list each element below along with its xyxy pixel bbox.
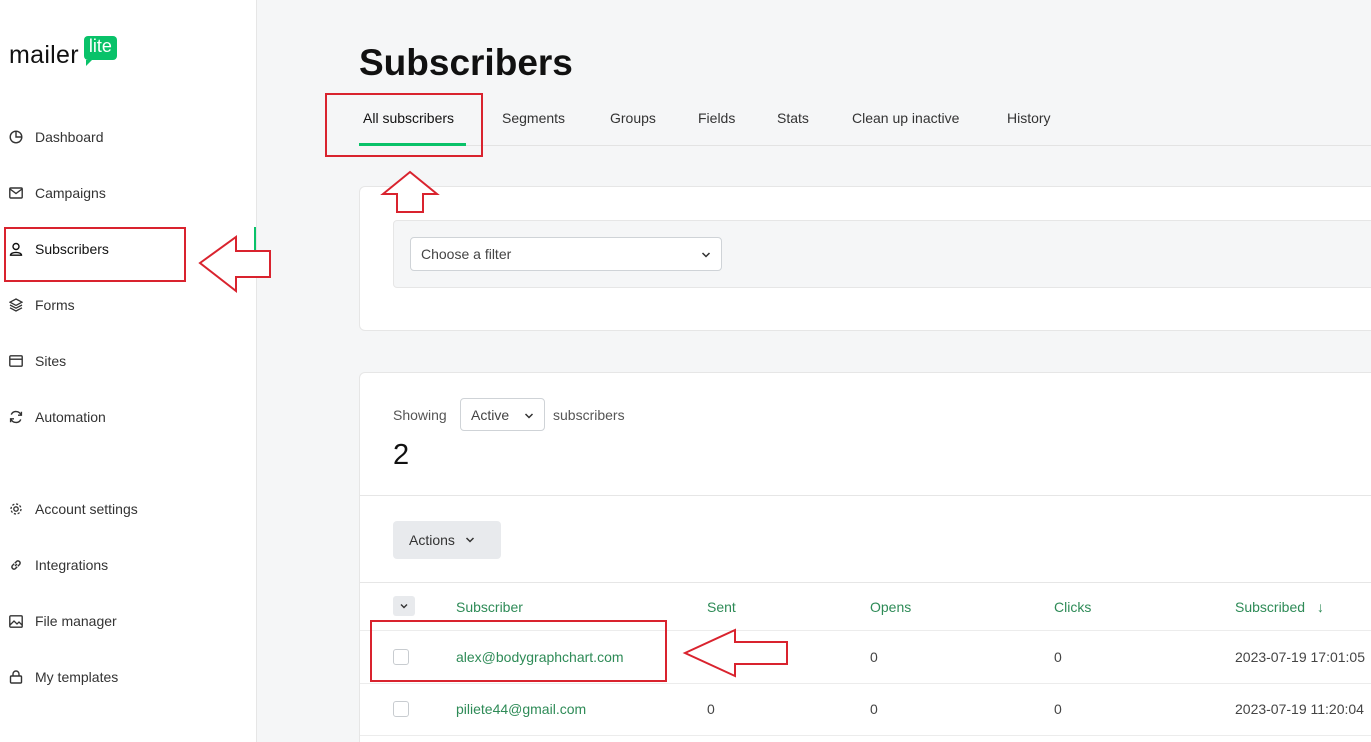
sidebar-item-automation[interactable]: Automation	[9, 405, 106, 429]
column-header-clicks[interactable]: Clicks	[1054, 599, 1091, 615]
sidebar-item-label: Account settings	[35, 501, 138, 517]
mail-icon	[9, 186, 23, 200]
gear-icon	[9, 502, 23, 516]
tab-fields[interactable]: Fields	[698, 110, 735, 126]
actions-button[interactable]: Actions	[393, 521, 501, 559]
sidebar-item-integrations[interactable]: Integrations	[9, 553, 108, 577]
sidebar-item-dashboard[interactable]: Dashboard	[9, 125, 104, 149]
sidebar-item-campaigns[interactable]: Campaigns	[9, 181, 106, 205]
sidebar-item-file-manager[interactable]: File manager	[9, 609, 117, 633]
page-title: Subscribers	[359, 42, 573, 83]
sidebar-item-label: File manager	[35, 613, 117, 629]
mailerlite-logo[interactable]: mailer lite	[9, 36, 117, 68]
sidebar: mailer lite Dashboard Campaigns Subscrib…	[0, 0, 257, 742]
tab-history[interactable]: History	[1007, 110, 1051, 126]
row-checkbox[interactable]	[393, 701, 409, 717]
sidebar-item-label: My templates	[35, 669, 119, 685]
lock-icon	[9, 670, 23, 684]
showing-prefix: Showing	[393, 407, 447, 423]
logo-badge: lite	[83, 36, 117, 66]
clicks-value: 0	[1054, 701, 1062, 717]
filter-panel: Choose a filter	[393, 220, 1371, 288]
logo-word: mailer	[9, 41, 79, 69]
column-header-subscribed-label: Subscribed	[1235, 599, 1306, 615]
sidebar-item-label: Integrations	[35, 557, 109, 573]
status-select[interactable]: Active	[460, 398, 545, 431]
column-header-opens[interactable]: Opens	[870, 599, 911, 615]
opens-value: 0	[870, 649, 878, 665]
dashboard-icon	[9, 130, 23, 144]
subscriber-count: 2	[393, 439, 410, 471]
filter-select[interactable]: Choose a filter	[410, 237, 722, 271]
annotation-arrow-up	[380, 170, 440, 213]
link-icon	[9, 558, 23, 572]
tab-segments[interactable]: Segments	[502, 110, 565, 126]
tab-bar: All subscribers Segments Groups Fields S…	[359, 100, 1371, 146]
row-divider	[360, 683, 1371, 684]
sidebar-item-my-templates[interactable]: My templates	[9, 665, 118, 689]
annotation-arrow-left-row	[682, 628, 788, 678]
arrow-down-icon: ↓	[1316, 599, 1324, 615]
sidebar-item-label: Sites	[35, 353, 67, 369]
filter-card: Choose a filter	[359, 186, 1371, 331]
annotation-box-sidebar	[4, 227, 186, 282]
subscribed-date: 2023-07-19 11:20:04	[1235, 701, 1364, 717]
sidebar-item-label: Automation	[35, 409, 106, 425]
chevron-down-icon	[465, 534, 475, 546]
divider	[360, 582, 1371, 583]
sidebar-item-account-settings[interactable]: Account settings	[9, 497, 138, 521]
sidebar-item-label: Campaigns	[35, 185, 106, 201]
tab-groups[interactable]: Groups	[610, 110, 656, 126]
annotation-arrow-left-sidebar	[198, 235, 271, 294]
tab-clean-up-inactive[interactable]: Clean up inactive	[852, 110, 959, 126]
chevron-down-icon	[701, 248, 711, 264]
clicks-value: 0	[1054, 649, 1062, 665]
sidebar-item-label: Dashboard	[35, 129, 104, 145]
select-all-dropdown[interactable]	[393, 596, 415, 616]
filter-select-placeholder: Choose a filter	[421, 246, 512, 262]
sidebar-item-forms[interactable]: Forms	[9, 293, 75, 317]
browser-icon	[9, 354, 23, 368]
column-header-subscribed[interactable]: Subscribed ↓	[1235, 599, 1324, 615]
subscriber-email[interactable]: piliete44@gmail.com	[456, 701, 586, 717]
chevron-down-icon	[524, 409, 534, 425]
annotation-box-row	[370, 620, 667, 682]
refresh-icon	[9, 410, 23, 424]
image-icon	[9, 614, 23, 628]
sidebar-item-sites[interactable]: Sites	[9, 349, 66, 373]
layers-icon	[9, 298, 23, 312]
actions-label: Actions	[409, 532, 455, 548]
tab-stats[interactable]: Stats	[777, 110, 809, 126]
column-header-subscriber[interactable]: Subscriber	[456, 599, 523, 615]
sent-value: 0	[707, 701, 715, 717]
row-divider	[360, 735, 1371, 736]
subscribed-date: 2023-07-19 17:01:05	[1235, 649, 1365, 665]
showing-row: Showing	[393, 407, 447, 423]
chevron-down-icon	[400, 604, 408, 609]
divider	[360, 495, 1371, 496]
showing-suffix: subscribers	[553, 407, 625, 423]
column-header-sent[interactable]: Sent	[707, 599, 736, 615]
opens-value: 0	[870, 701, 878, 717]
subscribers-card: Showing Active subscribers 2 Actions Sub…	[359, 372, 1371, 742]
sidebar-item-label: Forms	[35, 297, 75, 313]
status-select-value: Active	[471, 406, 510, 423]
annotation-box-tab	[325, 93, 483, 157]
